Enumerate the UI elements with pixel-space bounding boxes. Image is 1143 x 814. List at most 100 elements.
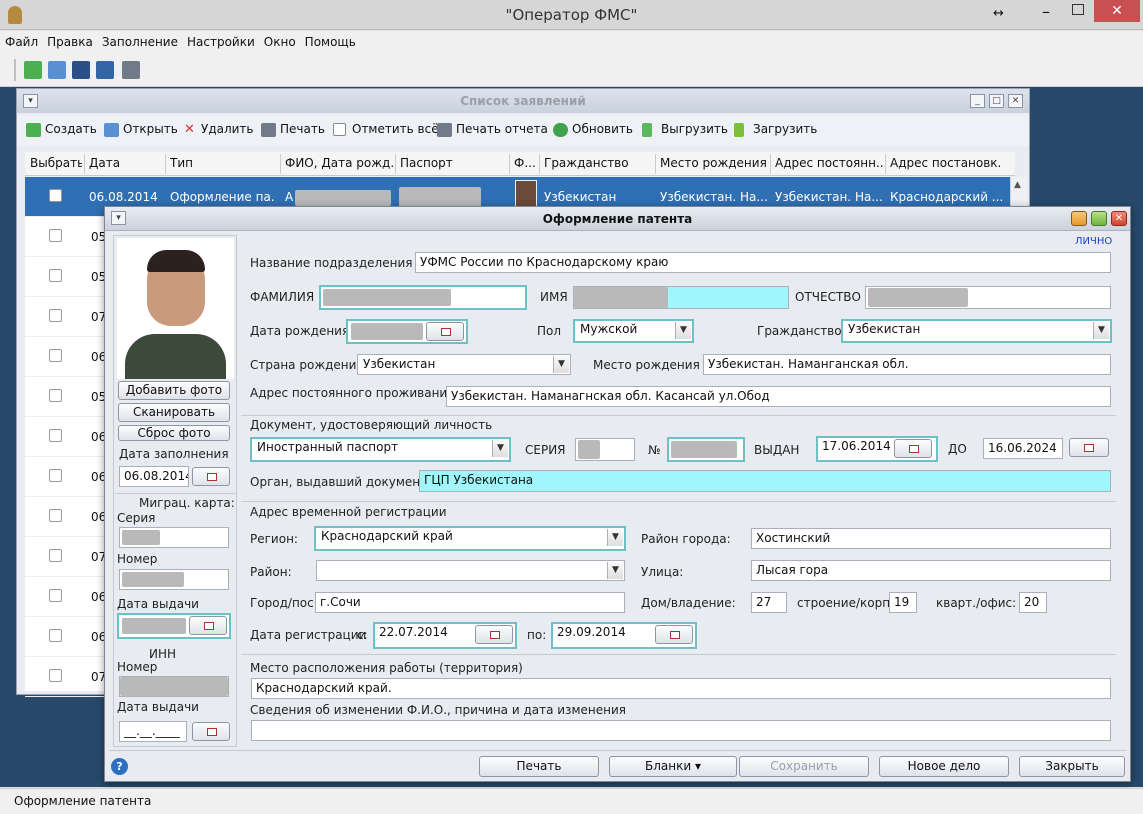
list-close-button[interactable]: ✕ [1008,94,1023,108]
open-document-icon[interactable] [48,61,66,79]
blanks-button[interactable]: Бланки ▾ [609,756,737,777]
row-checkbox[interactable] [49,509,62,522]
apt-field[interactable]: 20 [1019,592,1047,613]
doc-until-field[interactable]: 16.06.2024 [983,438,1063,459]
col-perm-address[interactable]: Адрес постоянн... [775,156,885,170]
birth-country-select[interactable]: Узбекистан ▼ [357,354,571,375]
city-field[interactable]: г.Сочи [315,592,625,613]
doc-series-field[interactable] [575,438,635,461]
close-button[interactable]: ✕ [1094,0,1140,22]
row-checkbox[interactable] [49,469,62,482]
minimize-button[interactable]: – [1042,2,1050,21]
col-reg-address[interactable]: Адрес постановк... [890,156,1002,170]
menu-file[interactable]: Файл [0,31,42,49]
dialog-maximize-button[interactable] [1091,211,1107,226]
chevron-down-icon[interactable]: ▼ [1093,322,1109,339]
list-maximize-button[interactable]: □ [989,94,1004,108]
col-date[interactable]: Дата [89,156,164,170]
inn-date-calendar-button[interactable] [192,722,230,741]
import-button[interactable]: Загрузить [733,122,817,140]
scroll-up-icon[interactable]: ▲ [1014,180,1021,190]
col-citizenship[interactable]: Гражданство [544,156,654,170]
mark-all-button[interactable]: Отметить всё [332,122,439,140]
row-checkbox[interactable] [49,269,62,282]
work-place-field[interactable]: Краснодарский край. [251,678,1111,699]
doc-issued-field[interactable]: 17.06.2014 [816,436,938,462]
birthplace-field[interactable]: Узбекистан. Наманганская обл. [703,354,1111,375]
until-calendar-button[interactable] [1069,438,1109,457]
row-checkbox[interactable] [49,629,62,642]
name-change-field[interactable] [251,720,1111,741]
birthdate-calendar-button[interactable] [426,322,464,341]
chevron-down-icon[interactable]: ▼ [553,356,569,373]
reg-to-field[interactable]: 29.09.2014 [551,622,697,649]
export-button[interactable]: Выгрузить [641,122,728,140]
fill-date-field[interactable]: 06.08.2014 [119,466,189,487]
row-checkbox[interactable] [49,669,62,682]
chevron-down-icon[interactable]: ▼ [607,529,623,546]
dialog-close-button[interactable]: ✕ [1111,211,1127,226]
birthdate-field[interactable] [346,319,468,344]
save-button[interactable]: Сохранить [739,756,869,777]
new-case-button[interactable]: Новое дело [879,756,1009,777]
dept-field[interactable]: УФМС России по Краснодарскому краю [415,252,1111,273]
row-checkbox[interactable] [49,429,62,442]
street-field[interactable]: Лысая гора [751,560,1111,581]
col-type[interactable]: Тип [170,156,278,170]
migr-date-calendar-button[interactable] [189,616,227,635]
col-birthplace[interactable]: Место рождения [660,156,770,170]
help-icon[interactable]: ? [111,758,128,775]
print-report-button[interactable]: Печать отчета [436,122,548,140]
region-select[interactable]: Краснодарский край ▼ [314,526,626,551]
dialog-minimize-button[interactable] [1071,211,1087,226]
add-photo-button[interactable]: Добавить фото [118,381,230,400]
reset-photo-button[interactable]: Сброс фото [118,425,230,441]
row-checkbox[interactable] [49,349,62,362]
scan-button[interactable]: Сканировать [118,403,230,422]
save-all-icon[interactable] [96,61,114,79]
menu-settings[interactable]: Настройки [182,31,259,49]
menu-help[interactable]: Помощь [300,31,360,49]
menu-fill[interactable]: Заполнение [97,31,182,49]
row-checkbox[interactable] [49,229,62,242]
row-checkbox[interactable] [49,389,62,402]
print-button[interactable]: Печать [260,122,325,140]
chevron-down-icon[interactable]: ▼ [675,322,691,339]
printer-icon[interactable] [122,61,140,79]
house-field[interactable]: 27 [751,592,787,613]
close-dialog-button[interactable]: Закрыть [1019,756,1125,777]
row-checkbox[interactable] [49,589,62,602]
maximize-button[interactable] [1072,4,1084,15]
issued-calendar-button[interactable] [894,439,932,458]
open-button[interactable]: Открыть [103,122,178,140]
lichno-link[interactable]: ЛИЧНО [1075,236,1112,247]
reg-from-calendar-button[interactable] [475,625,513,644]
district-select[interactable]: ▼ [316,560,625,581]
surname-field[interactable] [319,285,527,310]
citizenship-select[interactable]: Узбекистан ▼ [841,319,1112,343]
fill-date-calendar-button[interactable] [192,467,230,486]
migr-number-field[interactable] [119,569,229,590]
perm-address-field[interactable]: Узбекистан. Наманагнская обл. Касансай у… [446,386,1111,407]
name-field[interactable] [573,286,789,309]
row-checkbox[interactable] [49,549,62,562]
create-button[interactable]: Создать [25,122,97,140]
inn-issue-date-field[interactable]: __.__.____ [119,721,187,742]
doc-type-select[interactable]: Иностранный паспорт ▼ [250,437,511,462]
delete-button[interactable]: ✕ Удалить [181,122,253,140]
row-checkbox[interactable] [49,189,62,202]
menu-edit[interactable]: Правка [42,31,97,49]
patronymic-field[interactable] [865,286,1111,309]
migr-issue-date-field[interactable] [117,613,231,639]
migr-series-field[interactable] [119,527,229,548]
chevron-down-icon[interactable]: ▼ [492,440,508,457]
row-checkbox[interactable] [49,309,62,322]
print-button[interactable]: Печать [479,756,599,777]
col-photo[interactable]: Ф... [514,156,538,170]
col-select[interactable]: Выбрать [30,156,82,170]
city-district-field[interactable]: Хостинский [751,528,1111,549]
issuer-field[interactable]: ГЦП Узбекистана [419,470,1111,492]
building-field[interactable]: 19 [889,592,917,613]
resize-icon[interactable]: ↔ [993,6,1004,21]
refresh-button[interactable]: Обновить [552,122,633,140]
